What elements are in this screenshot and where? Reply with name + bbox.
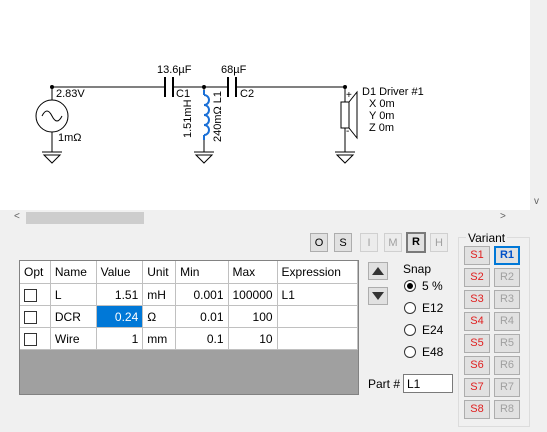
col-max: Max	[228, 261, 278, 284]
variant-s7-button[interactable]: S7	[464, 378, 490, 397]
source-resistance-label: 1mΩ	[58, 132, 82, 144]
variant-r8-button[interactable]: R8	[494, 400, 520, 419]
variant-s3-button[interactable]: S3	[464, 290, 490, 309]
variant-r3-button[interactable]: R3	[494, 290, 520, 309]
c2-value-label: 68µF	[221, 64, 247, 76]
part-label: Part #	[368, 377, 401, 391]
m-button[interactable]: M	[384, 233, 402, 252]
name-cell[interactable]: DCR	[50, 305, 97, 328]
vertical-scrollbar[interactable]: v	[530, 0, 547, 210]
r-button[interactable]: R	[406, 232, 426, 253]
col-expression: Expression	[277, 261, 359, 284]
name-cell[interactable]: L	[50, 283, 97, 306]
l1-dcr-label: 240mΩ L1	[212, 90, 224, 142]
col-value: Value	[96, 261, 144, 284]
snap-e24-label[interactable]: E24	[422, 323, 443, 337]
variant-s1-button[interactable]: S1	[464, 246, 490, 265]
snap-e12-radio[interactable]	[404, 302, 416, 314]
snap-5pct-radio[interactable]	[404, 280, 416, 292]
triangle-up-icon	[372, 267, 384, 275]
variant-r5-button[interactable]: R5	[494, 334, 520, 353]
scroll-left-icon[interactable]: <	[14, 211, 20, 222]
parameter-grid[interactable]: Opt Name Value Unit Min Max Expression L…	[19, 260, 359, 395]
driver-minus-label: -	[346, 126, 350, 137]
value-cell[interactable]: 0.24	[96, 305, 144, 328]
horizontal-scroll-thumb[interactable]	[26, 212, 144, 224]
parameter-table: Opt Name Value Unit Min Max Expression L…	[20, 261, 359, 350]
variant-r1-button[interactable]: R1	[494, 246, 520, 265]
table-row[interactable]: L 1.51 mH 0.001 100000 L1	[20, 283, 359, 306]
min-cell[interactable]: 0.001	[175, 283, 229, 306]
variant-r6-button[interactable]: R6	[494, 356, 520, 375]
snap-5pct-label[interactable]: 5 %	[422, 279, 443, 293]
opt-checkbox[interactable]	[24, 310, 37, 324]
variant-s5-button[interactable]: S5	[464, 334, 490, 353]
expression-cell[interactable]: L1	[277, 283, 359, 306]
variant-r7-button[interactable]: R7	[494, 378, 520, 397]
col-name: Name	[50, 261, 97, 284]
schematic-canvas[interactable]: 2.83V 1mΩ 13.6µF C1 68µF C2 1.51mH 240mΩ…	[0, 0, 530, 210]
name-cell[interactable]: Wire	[50, 327, 97, 350]
o-button[interactable]: O	[310, 233, 328, 252]
variant-s2-button[interactable]: S2	[464, 268, 490, 287]
variant-group	[458, 237, 530, 427]
table-row[interactable]: DCR 0.24 Ω 0.01 100	[20, 305, 359, 328]
driver-plus-label: +	[346, 90, 352, 101]
variant-s8-button[interactable]: S8	[464, 400, 490, 419]
l1-value-label: 1.51mH	[182, 99, 194, 138]
move-down-button[interactable]	[368, 287, 388, 305]
snap-e48-radio[interactable]	[404, 346, 416, 358]
col-unit: Unit	[142, 261, 177, 284]
scroll-right-icon[interactable]: >	[500, 211, 506, 222]
value-cell[interactable]: 1	[96, 327, 144, 350]
h-button[interactable]: H	[430, 233, 448, 252]
snap-e12-label[interactable]: E12	[422, 301, 443, 315]
scroll-down-icon[interactable]: v	[534, 196, 539, 207]
snap-title: Snap	[403, 262, 432, 276]
i-button[interactable]: I	[360, 233, 378, 252]
variant-r4-button[interactable]: R4	[494, 312, 520, 331]
unit-cell[interactable]: Ω	[142, 305, 177, 328]
table-row[interactable]: Wire 1 mm 0.1 10	[20, 327, 359, 350]
variant-r2-button[interactable]: R2	[494, 268, 520, 287]
col-opt: Opt	[20, 261, 51, 284]
unit-cell[interactable]: mm	[142, 327, 177, 350]
c2-name-label: C2	[240, 88, 255, 100]
part-input[interactable]	[403, 374, 453, 393]
variant-s6-button[interactable]: S6	[464, 356, 490, 375]
c1-value-label: 13.6µF	[157, 64, 192, 76]
snap-e24-radio[interactable]	[404, 324, 416, 336]
variant-title: Variant	[466, 231, 508, 245]
max-cell[interactable]: 10	[228, 327, 278, 350]
min-cell[interactable]: 0.01	[175, 305, 229, 328]
move-up-button[interactable]	[368, 262, 388, 280]
triangle-down-icon	[372, 292, 384, 300]
schematic-drawing	[35, 77, 358, 164]
min-cell[interactable]: 0.1	[175, 327, 229, 350]
max-cell[interactable]: 100000	[228, 283, 278, 306]
value-cell[interactable]: 1.51	[96, 283, 144, 306]
expression-cell[interactable]	[277, 327, 359, 350]
source-voltage-label: 2.83V	[56, 88, 85, 100]
col-min: Min	[175, 261, 229, 284]
inductor-l1	[203, 90, 210, 140]
opt-checkbox[interactable]	[24, 332, 37, 346]
driver-name-label: D1 Driver #1	[362, 86, 424, 98]
expression-cell[interactable]	[277, 305, 359, 328]
unit-cell[interactable]: mH	[142, 283, 177, 306]
driver-y-label: Y 0m	[369, 110, 395, 122]
table-header-row: Opt Name Value Unit Min Max Expression	[20, 261, 359, 284]
driver-x-label: X 0m	[369, 98, 395, 110]
driver-z-label: Z 0m	[369, 122, 395, 134]
variant-s4-button[interactable]: S4	[464, 312, 490, 331]
s-button[interactable]: S	[334, 233, 352, 252]
snap-e48-label[interactable]: E48	[422, 345, 443, 359]
opt-checkbox[interactable]	[24, 288, 37, 302]
max-cell[interactable]: 100	[228, 305, 278, 328]
